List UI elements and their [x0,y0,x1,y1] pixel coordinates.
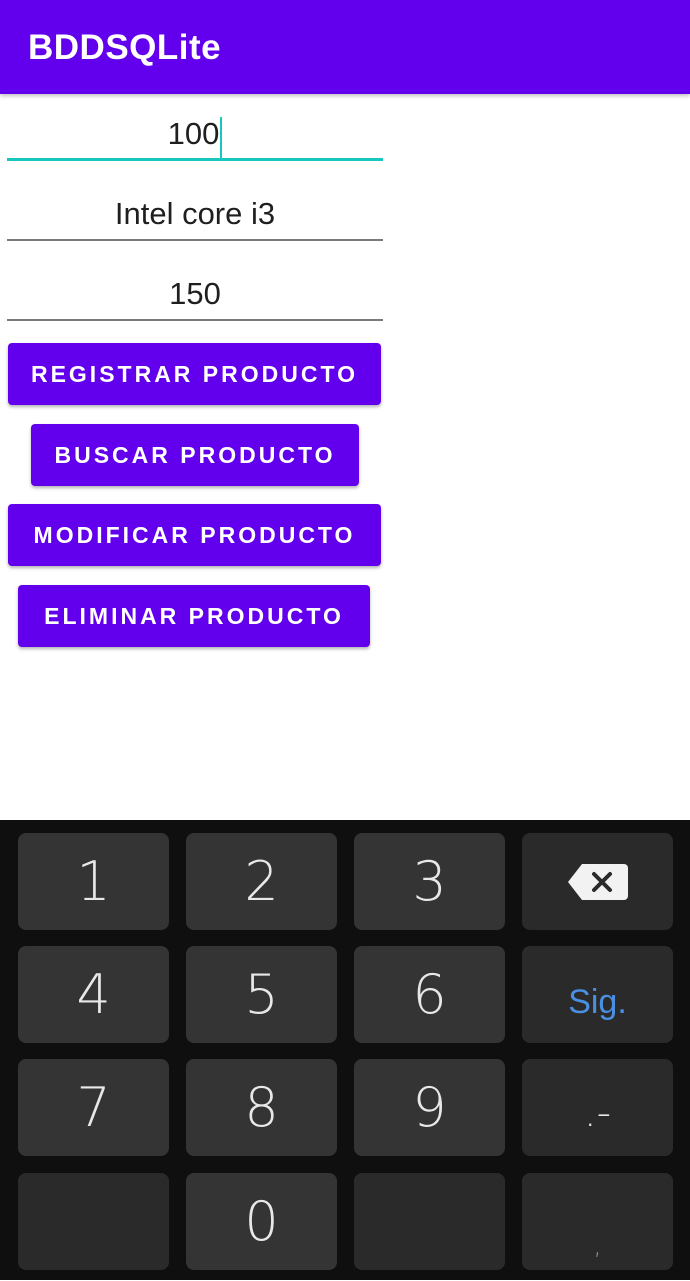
next-key[interactable]: Sig. [522,946,673,1043]
precio-field[interactable]: 150 [7,261,383,321]
descripcion-field[interactable]: Intel core i3 [7,181,383,241]
key-5[interactable]: 5 [186,946,337,1043]
key-3[interactable]: 3 [354,833,505,930]
backspace-icon [568,864,628,900]
text-cursor [220,116,223,159]
key-7[interactable]: 7 [18,1059,169,1156]
punctuation-key-label: .- [583,1090,612,1136]
punctuation-key[interactable]: .- [522,1059,673,1156]
codigo-field-underline [7,158,383,161]
next-key-label: Sig. [568,983,627,1021]
blank-key-middle[interactable] [354,1173,505,1270]
precio-value: 150 [169,276,221,311]
app-bar: BDDSQLite [0,0,690,94]
backspace-key[interactable] [522,833,673,930]
codigo-field[interactable]: 100 [7,101,383,161]
key-9[interactable]: 9 [354,1059,505,1156]
modificar-producto-button[interactable]: MODIFICAR PRODUCTO [8,504,381,566]
codigo-value: 100 [167,116,220,151]
key-1[interactable]: 1 [18,833,169,930]
key-2[interactable]: 2 [186,833,337,930]
key-4[interactable]: 4 [18,946,169,1043]
descripcion-field-underline [7,239,383,241]
descripcion-value: Intel core i3 [114,196,276,231]
comma-key[interactable]: , [522,1173,673,1270]
key-8[interactable]: 8 [186,1059,337,1156]
eliminar-producto-button[interactable]: ELIMINAR PRODUCTO [18,585,370,647]
blank-key-left[interactable] [18,1173,169,1270]
comma-key-label: , [593,1231,602,1261]
key-6[interactable]: 6 [354,946,505,1043]
precio-field-underline [7,319,383,321]
buscar-producto-button[interactable]: BUSCAR PRODUCTO [31,424,359,486]
app-title: BDDSQLite [28,28,222,67]
key-0[interactable]: 0 [186,1173,337,1270]
numeric-keyboard: 1 2 3 4 5 6 Sig. 7 8 9 .- 0 , [0,820,690,1280]
registrar-producto-button[interactable]: REGISTRAR PRODUCTO [8,343,381,405]
